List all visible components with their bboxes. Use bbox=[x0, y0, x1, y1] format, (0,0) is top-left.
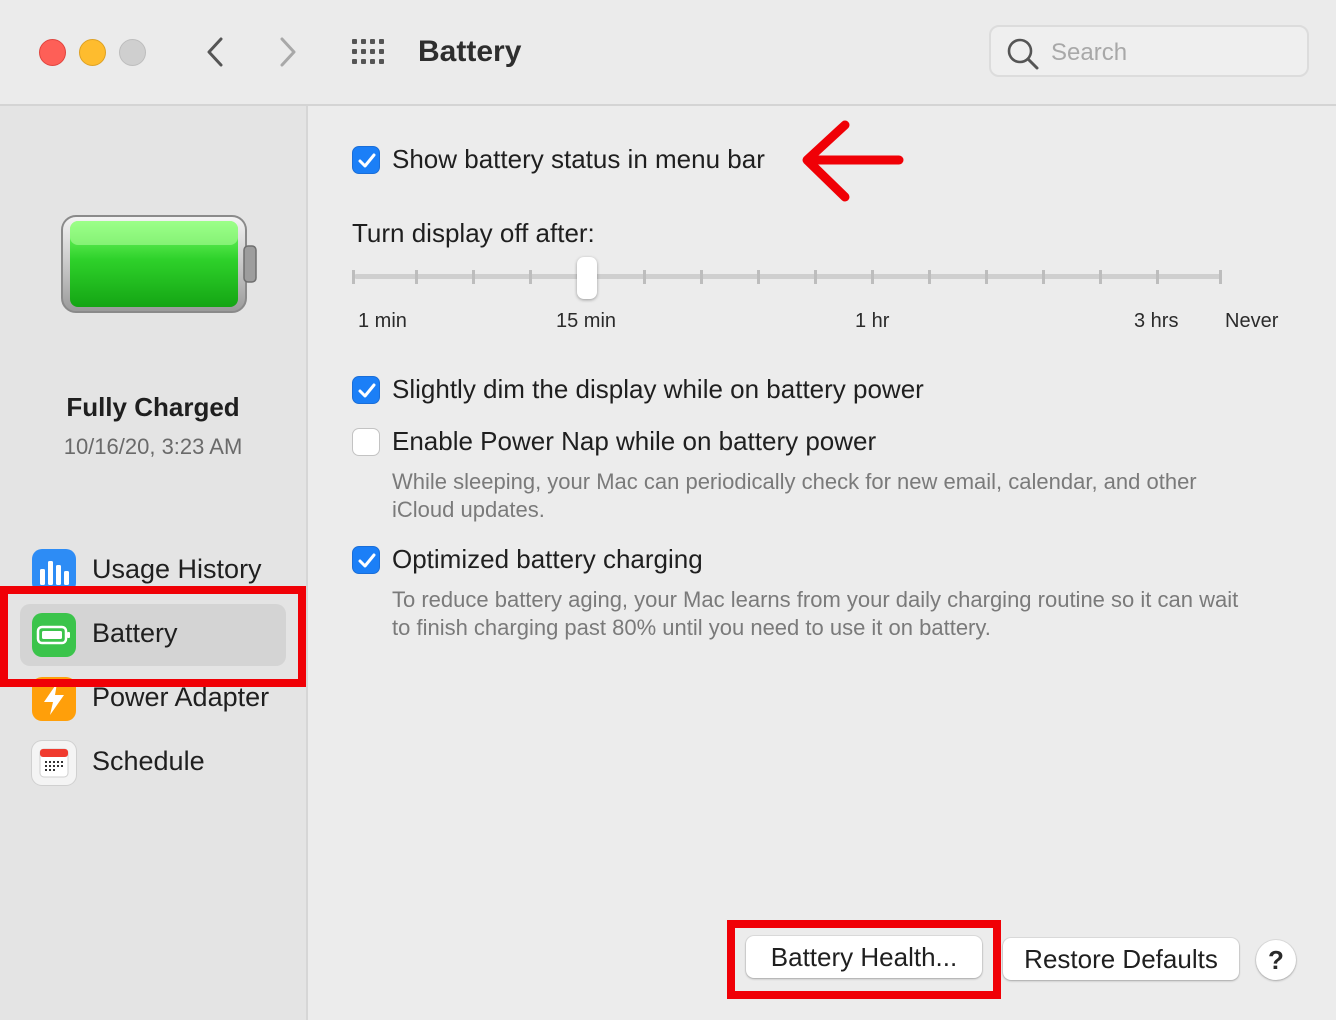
slider-tick-label: 1 hr bbox=[855, 310, 890, 332]
description-line: While sleeping, your Mac can periodicall… bbox=[392, 469, 1197, 494]
slider-thumb[interactable] bbox=[577, 257, 597, 299]
help-button[interactable]: ? bbox=[1256, 940, 1296, 980]
grid-icon bbox=[352, 39, 384, 64]
power-nap-label: Enable Power Nap while on battery power bbox=[392, 426, 877, 456]
search-field[interactable] bbox=[989, 25, 1309, 77]
window-title: Battery bbox=[418, 35, 522, 68]
checkmark-icon bbox=[358, 383, 376, 398]
back-button[interactable] bbox=[195, 30, 235, 74]
description-line: To reduce battery aging, your Mac learns… bbox=[392, 587, 1239, 612]
chevron-right-icon bbox=[280, 37, 296, 67]
power-nap-checkbox[interactable] bbox=[352, 428, 380, 456]
description-line: iCloud updates. bbox=[392, 497, 545, 522]
sidebar: Fully Charged 10/16/20, 3:23 AM Usage Hi… bbox=[0, 106, 308, 1020]
annotation-arrow-icon bbox=[802, 120, 904, 202]
dim-display-checkbox[interactable] bbox=[352, 376, 380, 404]
title-bar: Battery bbox=[0, 0, 1336, 106]
slider-tick bbox=[985, 270, 988, 284]
chevron-left-icon bbox=[207, 37, 223, 67]
slider-tick bbox=[643, 270, 646, 284]
battery-level-icon bbox=[61, 215, 257, 313]
display-off-label: Turn display off after: bbox=[352, 218, 595, 248]
description-line: to finish charging past 80% until you ne… bbox=[392, 615, 991, 640]
slider-tick bbox=[1219, 270, 1222, 284]
slider-tick bbox=[871, 270, 874, 284]
sidebar-item-label: Schedule bbox=[92, 746, 205, 776]
slider-tick bbox=[757, 270, 760, 284]
slider-tick bbox=[415, 270, 418, 284]
restore-defaults-button[interactable]: Restore Defaults bbox=[1003, 938, 1239, 980]
calendar-icon bbox=[32, 741, 76, 785]
optimized-charging-label: Optimized battery charging bbox=[392, 544, 703, 574]
slider-tick bbox=[700, 270, 703, 284]
minimize-window-button[interactable] bbox=[79, 39, 106, 66]
power-nap-description: While sleeping, your Mac can periodicall… bbox=[392, 468, 1197, 524]
sidebar-item-label: Usage History bbox=[92, 554, 262, 584]
checkmark-icon bbox=[358, 153, 376, 168]
slider-tick bbox=[814, 270, 817, 284]
slider-tick-label: 3 hrs bbox=[1134, 310, 1179, 332]
show-all-preferences-button[interactable] bbox=[350, 38, 390, 66]
slider-tick-label: 15 min bbox=[556, 310, 617, 332]
slider-track[interactable] bbox=[354, 274, 1222, 279]
checkmark-icon bbox=[358, 553, 376, 568]
slider-tick bbox=[1042, 270, 1045, 284]
slider-tick bbox=[1156, 270, 1159, 284]
show-battery-status-checkbox[interactable] bbox=[352, 146, 380, 174]
slider-tick bbox=[928, 270, 931, 284]
dim-display-label: Slightly dim the display while on batter… bbox=[392, 374, 924, 404]
optimized-charging-checkbox[interactable] bbox=[352, 546, 380, 574]
show-battery-status-label: Show battery status in menu bar bbox=[392, 144, 765, 174]
battery-status-title: Fully Charged bbox=[66, 392, 240, 422]
slider-tick-label: Never bbox=[1225, 310, 1279, 332]
forward-button[interactable] bbox=[268, 30, 308, 74]
optimized-charging-description: To reduce battery aging, your Mac learns… bbox=[392, 586, 1238, 642]
annotation-highlight-battery-health bbox=[727, 920, 1001, 999]
slider-tick bbox=[529, 270, 532, 284]
sidebar-item-schedule[interactable]: Schedule bbox=[20, 732, 286, 794]
slider-tick-label: 1 min bbox=[358, 310, 407, 332]
search-input[interactable] bbox=[1049, 35, 1293, 71]
search-icon bbox=[1007, 38, 1039, 70]
zoom-window-button[interactable] bbox=[119, 39, 146, 66]
slider-tick bbox=[352, 270, 355, 284]
slider-tick bbox=[472, 270, 475, 284]
slider-tick bbox=[1099, 270, 1102, 284]
battery-status-date: 10/16/20, 3:23 AM bbox=[63, 434, 243, 459]
close-window-button[interactable] bbox=[39, 39, 66, 66]
annotation-highlight-battery-item bbox=[0, 586, 306, 687]
battery-preferences-window: Battery Search Fully Charged 10/16/20, 3… bbox=[0, 0, 1336, 1020]
